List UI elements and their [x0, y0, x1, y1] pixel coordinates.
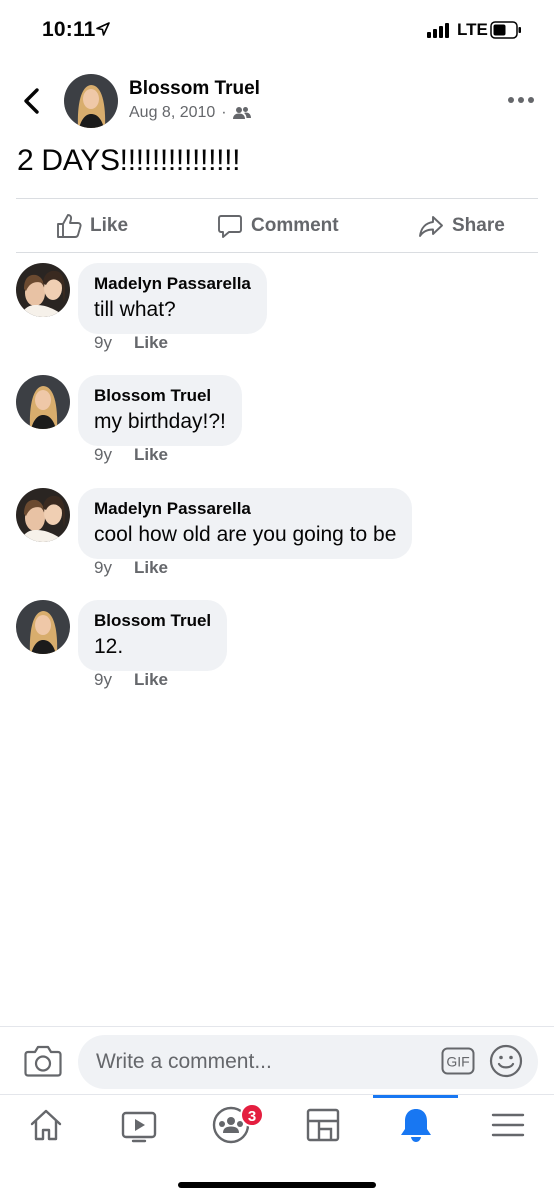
comment-like-button[interactable]: Like — [134, 333, 168, 353]
tab-watch[interactable] — [119, 1105, 159, 1145]
home-icon — [30, 1109, 62, 1141]
comment-bubble[interactable]: Madelyn Passarella cool how old are you … — [78, 488, 413, 559]
active-tab-indicator — [373, 1095, 458, 1098]
comment-like-button[interactable]: Like — [134, 445, 168, 465]
comment-text: my birthday!?! — [94, 410, 226, 433]
divider-top — [16, 198, 538, 199]
more-options-button[interactable] — [505, 88, 537, 112]
comment-like-button[interactable]: Like — [134, 670, 168, 690]
commenter-avatar[interactable] — [16, 600, 70, 654]
status-bar: 10:11 LTE — [0, 0, 554, 60]
friends-audience-icon[interactable] — [232, 106, 251, 120]
comment-age[interactable]: 9y — [94, 333, 112, 353]
comment-author[interactable]: Blossom Truel — [94, 610, 211, 631]
status-time: 10:11 — [42, 18, 96, 41]
location-arrow-icon — [96, 22, 110, 36]
comment-meta: 9y Like — [94, 333, 168, 353]
tab-menu[interactable] — [488, 1105, 528, 1145]
comment-age[interactable]: 9y — [94, 558, 112, 578]
comment-like-button[interactable]: Like — [134, 558, 168, 578]
commenter-avatar[interactable] — [16, 263, 70, 317]
camera-icon[interactable] — [24, 1044, 62, 1078]
home-indicator — [178, 1182, 376, 1188]
comment-item: Blossom Truel my birthday!?! 9y Like — [0, 375, 554, 479]
comment-item: Madelyn Passarella till what? 9y Like — [0, 263, 554, 367]
comment-author[interactable]: Madelyn Passarella — [94, 498, 396, 519]
comment-age[interactable]: 9y — [94, 670, 112, 690]
comment-bubble[interactable]: Madelyn Passarella till what? — [78, 263, 267, 334]
battery-icon — [490, 21, 521, 39]
groups-notification-badge: 3 — [240, 1103, 264, 1127]
comment-text: till what? — [94, 298, 176, 321]
author-avatar[interactable] — [64, 74, 118, 128]
marketplace-icon — [306, 1108, 340, 1142]
tab-notifications[interactable] — [396, 1105, 436, 1145]
comment-text: cool how old are you going to be — [94, 523, 397, 546]
share-label: Share — [452, 215, 505, 236]
comment-item: Madelyn Passarella cool how old are you … — [0, 488, 554, 592]
signal-strength-icon — [427, 22, 451, 38]
tab-home[interactable] — [26, 1105, 66, 1145]
network-label: LTE — [457, 20, 488, 39]
commenter-avatar[interactable] — [16, 375, 70, 429]
comment-bubble-icon — [218, 215, 242, 238]
video-play-icon — [121, 1111, 157, 1143]
share-arrow-icon — [419, 216, 443, 237]
tab-marketplace[interactable] — [303, 1105, 343, 1145]
bell-icon — [401, 1109, 431, 1142]
author-name[interactable]: Blossom Truel — [129, 78, 260, 100]
comment-input-placeholder: Write a comment... — [96, 1050, 272, 1073]
comment-author[interactable]: Blossom Truel — [94, 385, 226, 406]
emoji-icon[interactable] — [489, 1044, 523, 1078]
post-date[interactable]: Aug 8, 2010 — [129, 104, 215, 122]
hamburger-menu-icon — [491, 1113, 525, 1137]
gif-label: GIF — [446, 1054, 469, 1070]
comment-bubble[interactable]: Blossom Truel my birthday!?! — [78, 375, 242, 446]
comment-age[interactable]: 9y — [94, 445, 112, 465]
like-label: Like — [90, 215, 129, 236]
share-button[interactable]: Share — [418, 200, 505, 252]
post-meta: Aug 8, 2010 · — [129, 104, 251, 122]
comment-author[interactable]: Madelyn Passarella — [94, 273, 251, 294]
comment-composer: Write a comment... GIF — [0, 1026, 554, 1094]
comment-meta: 9y Like — [94, 558, 168, 578]
comment-text: 12. — [94, 635, 124, 658]
comment-meta: 9y Like — [94, 670, 168, 690]
comment-bubble[interactable]: Blossom Truel 12. — [78, 600, 228, 671]
post-text: 2 DAYS!!!!!!!!!!!!!!! — [17, 144, 241, 177]
divider-bottom — [16, 252, 538, 253]
back-button[interactable] — [18, 86, 46, 116]
meta-separator: · — [221, 104, 227, 121]
comment-button[interactable]: Comment — [217, 200, 339, 252]
like-button[interactable]: Like — [56, 200, 128, 252]
comment-label: Comment — [251, 215, 339, 236]
commenter-avatar[interactable] — [16, 488, 70, 542]
gif-button[interactable]: GIF — [441, 1047, 475, 1075]
thumbs-up-icon — [57, 214, 82, 238]
post-actions: Like Comment Share — [16, 200, 538, 252]
comment-item: Blossom Truel 12. 9y Like — [0, 600, 554, 704]
comment-meta: 9y Like — [94, 445, 168, 465]
